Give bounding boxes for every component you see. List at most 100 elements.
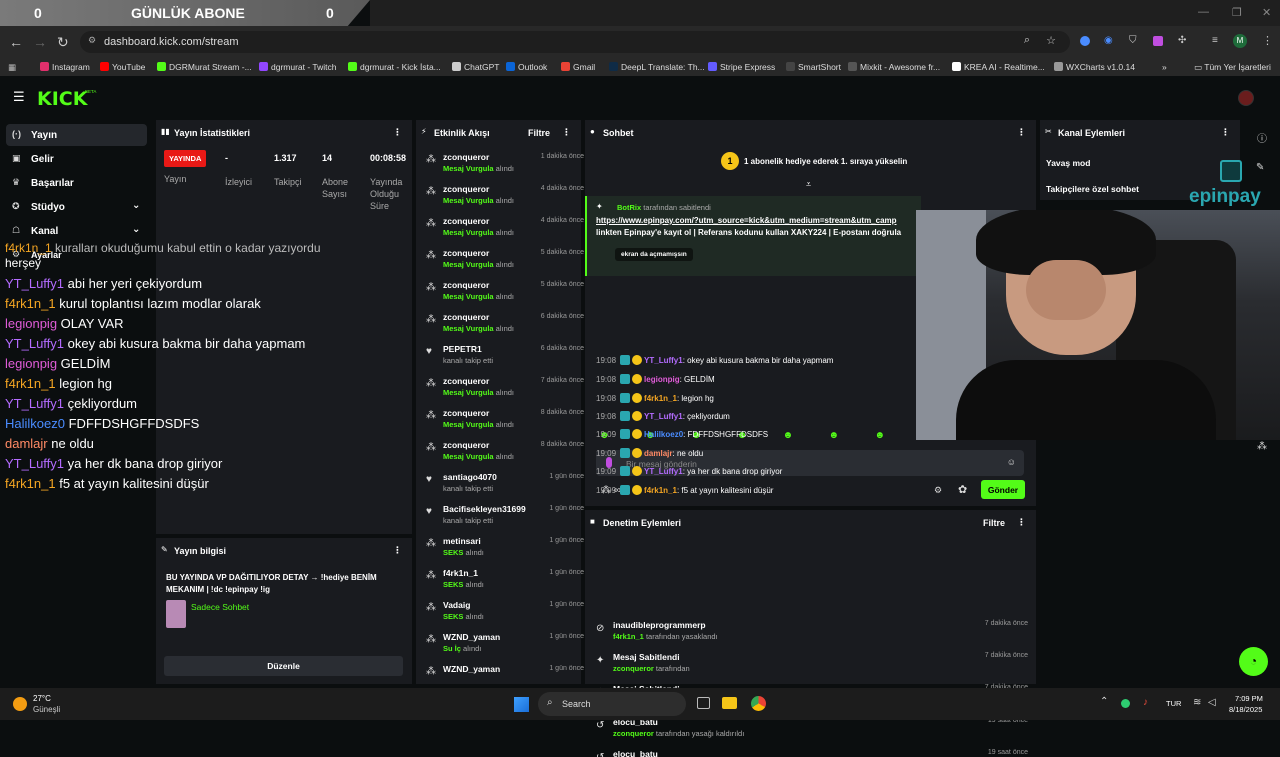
- event-item[interactable]: ⁂ WZND_yaman Su İç alındı 1 gün önce: [426, 632, 584, 664]
- weather-icon[interactable]: [13, 697, 27, 711]
- minimize-icon[interactable]: —: [1198, 6, 1209, 18]
- reload-icon[interactable]: ↻: [57, 34, 69, 51]
- extension-icon[interactable]: [1153, 36, 1163, 46]
- chat-message[interactable]: 19:09 YT_Luffy1: ya her dk bana drop giri…: [596, 466, 782, 476]
- apps-icon[interactable]: ▦: [8, 62, 16, 73]
- emote-icon[interactable]: ☻: [783, 430, 794, 444]
- puzzle-icon[interactable]: ✣: [1178, 35, 1186, 46]
- emote-icon[interactable]: ☻: [874, 430, 885, 444]
- avatar[interactable]: [1238, 90, 1254, 106]
- volume-icon[interactable]: ◁: [1208, 697, 1216, 708]
- url-input[interactable]: ⚙ dashboard.kick.com/stream ⌕ ☆: [80, 31, 1070, 53]
- slow-mode-toggle[interactable]: Yavaş mod: [1046, 158, 1090, 168]
- zoom-icon[interactable]: ⌕: [1024, 34, 1030, 47]
- extension-icon[interactable]: ◉: [1104, 35, 1113, 46]
- wifi-icon[interactable]: ≋: [1193, 697, 1201, 708]
- kick-logo[interactable]: KICK: [37, 88, 87, 110]
- status-icon[interactable]: [1121, 699, 1130, 708]
- filter-button[interactable]: Filtre: [983, 518, 1005, 528]
- bookmark-star-icon[interactable]: ☆: [1046, 34, 1056, 47]
- bookmark-item[interactable]: YouTube: [100, 62, 145, 72]
- more-icon[interactable]: ⋮: [562, 127, 571, 138]
- event-item[interactable]: ⁂ Vadaig SEKS alındı 1 gün önce: [426, 600, 584, 632]
- queue-icon[interactable]: ≡: [1212, 35, 1218, 46]
- back-icon[interactable]: ←: [9, 34, 23, 50]
- taskbar-search[interactable]: ⌕ Search: [538, 692, 686, 716]
- site-info-icon[interactable]: ⚙: [88, 35, 96, 46]
- sidebar-item-kanal[interactable]: ☖ Kanal ⌄: [6, 220, 147, 242]
- event-item[interactable]: ⁂ zconqueror Mesaj Vurgula alındı 8 dakika …: [426, 408, 584, 440]
- chat-message[interactable]: 19:09 f4rk1n_1: f5 at yayın kalitesini dü…: [596, 485, 773, 495]
- moderation-item[interactable]: ↺ elocu_batu 19 saat önce: [596, 747, 1028, 757]
- bookmark-item[interactable]: WXCharts v1.0.14: [1054, 62, 1135, 72]
- chat-username[interactable]: damlajr: [644, 449, 672, 458]
- event-item[interactable]: ♥ santiago4070 kanalı takip etti 1 gün önce: [426, 472, 584, 504]
- bookmark-item[interactable]: Gmail: [561, 62, 595, 72]
- profile-avatar[interactable]: M: [1233, 34, 1247, 48]
- chat-message[interactable]: 19:09 Halilkoez0: FDFFDSHGFFDSDFS: [596, 429, 768, 439]
- gift-banner[interactable]: 1 abonelik hediye ederek 1. sıraya yükse…: [744, 157, 907, 166]
- event-item[interactable]: ⁂ zconqueror Mesaj Vurgula alındı 8 dakika …: [426, 440, 584, 472]
- bookmark-item[interactable]: dgrmurat - Twitch: [259, 62, 337, 72]
- event-item[interactable]: ⁂ f4rk1n_1 SEKS alındı 1 gün önce: [426, 568, 584, 600]
- menu-icon[interactable]: ⋮: [1262, 34, 1273, 47]
- chat-username[interactable]: legionpig: [644, 375, 680, 384]
- more-icon[interactable]: ⋮: [1017, 127, 1026, 138]
- bookmark-item[interactable]: DeepL Translate: Th...: [609, 62, 705, 72]
- sidebar-item-basarilar[interactable]: ♛ Başarılar: [6, 172, 147, 194]
- all-bookmarks[interactable]: ▭ Tüm Yer İşaretleri: [1194, 62, 1271, 73]
- emoji-icon[interactable]: ☺: [1007, 457, 1016, 467]
- chat-message[interactable]: 19:08 YT_Luffy1: çekliyordum: [596, 411, 730, 421]
- edit-button[interactable]: Düzenle: [164, 656, 403, 676]
- more-icon[interactable]: ⋮: [1017, 517, 1026, 528]
- share-icon[interactable]: ⁂: [1257, 441, 1267, 452]
- bookmark-item[interactable]: KREA AI - Realtime...: [952, 62, 1045, 72]
- hamburger-icon[interactable]: ☰: [13, 89, 25, 105]
- task-view-icon[interactable]: [697, 697, 710, 709]
- close-icon[interactable]: ✕: [1262, 6, 1271, 19]
- sidebar-item-studyo[interactable]: ✪ Stüdyo ⌄: [6, 196, 147, 218]
- info-icon[interactable]: ⓘ: [1257, 130, 1267, 145]
- event-item[interactable]: ♥ PEPETR1 kanalı takip etti 6 dakika önce: [426, 344, 584, 376]
- bookmark-item[interactable]: ChatGPT: [452, 62, 499, 72]
- chat-username[interactable]: Halilkoez0: [644, 430, 683, 439]
- more-bookmarks-icon[interactable]: »: [1162, 62, 1167, 72]
- windows-start-icon[interactable]: [514, 697, 529, 712]
- more-icon[interactable]: ⋮: [393, 127, 402, 138]
- mic-icon[interactable]: ♪: [1143, 697, 1148, 708]
- event-item[interactable]: ♥ Bacifisekleyen31699 kanalı takip etti 1 g…: [426, 504, 584, 536]
- chat-message[interactable]: 19:08 f4rk1n_1: legion hg: [596, 393, 714, 403]
- filter-button[interactable]: Filtre: [528, 128, 550, 138]
- more-icon[interactable]: ⋮: [393, 545, 402, 556]
- chrome-icon[interactable]: [751, 696, 766, 711]
- event-item[interactable]: ⁂ zconqueror Mesaj Vurgula alındı 7 dakika …: [426, 376, 584, 408]
- chevron-down-icon[interactable]: ⩡: [806, 179, 811, 190]
- moderation-item[interactable]: ⊘ inaudibleprogrammerp f4rk1n_1 tarafından…: [596, 618, 1028, 650]
- maximize-icon[interactable]: ❐: [1232, 6, 1242, 19]
- chat-username[interactable]: YT_Luffy1: [644, 412, 683, 421]
- bookmark-item[interactable]: Stripe Express: [708, 62, 775, 72]
- chat-settings-icon[interactable]: ⚙: [934, 485, 942, 496]
- bookmark-item[interactable]: dgrmurat - Kick İsta...: [348, 62, 441, 72]
- bookmark-item[interactable]: Mixkit - Awesome fr...: [848, 62, 940, 72]
- language-indicator[interactable]: TUR: [1166, 699, 1181, 708]
- edit-icon[interactable]: ✎: [1256, 162, 1264, 173]
- bookmark-item[interactable]: Outlook: [506, 62, 547, 72]
- event-item[interactable]: ⁂ metinsari SEKS alındı 1 gün önce: [426, 536, 584, 568]
- chat-message[interactable]: 19:08 YT_Luffy1: okey abi kusura bakma bi…: [596, 355, 833, 365]
- chat-message[interactable]: 19:08 legionpig: GELDİM: [596, 374, 715, 384]
- event-item[interactable]: ⁂ zconqueror Mesaj Vurgula alındı 4 dakika …: [426, 184, 584, 216]
- chat-message[interactable]: 19:09 damlajr: ne oldu: [596, 448, 703, 458]
- sidebar-item-yayin[interactable]: (·) Yayın: [6, 124, 147, 146]
- help-chat-button[interactable]: ◔: [1239, 647, 1268, 676]
- chat-username[interactable]: YT_Luffy1: [644, 356, 683, 365]
- file-explorer-icon[interactable]: [722, 697, 737, 709]
- stream-category[interactable]: Sadece Sohbet: [191, 602, 249, 612]
- emote-icon[interactable]: ☻: [829, 430, 840, 444]
- event-item[interactable]: ⁂ zconqueror Mesaj Vurgula alındı 5 dakika …: [426, 280, 584, 312]
- moderation-item[interactable]: ✦ Mesaj Sabitlendi zconqueror tarafından 7 …: [596, 650, 1028, 682]
- sidebar-item-gelir[interactable]: ▣ Gelir: [6, 148, 147, 170]
- clock-time[interactable]: 7:09 PM: [1235, 694, 1263, 703]
- bookmark-item[interactable]: Instagram: [40, 62, 90, 72]
- followers-only-toggle[interactable]: Takipçilere özel sohbet: [1046, 184, 1139, 194]
